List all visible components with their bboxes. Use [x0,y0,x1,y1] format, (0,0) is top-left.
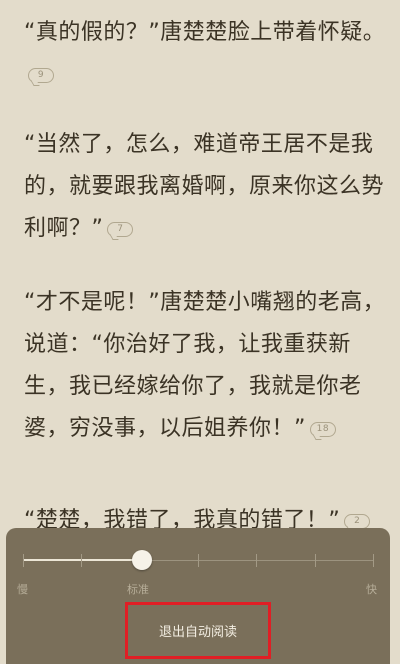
comment-bubble-icon[interactable]: 18 [309,421,336,437]
comment-bubble-icon[interactable]: 2 [344,513,371,529]
speed-fast-label: 快 [366,583,377,596]
speed-tick [81,554,83,567]
speed-slider-thumb[interactable] [132,550,152,570]
paragraph-text: “当然了，怎么，难道帝王居不是我的，就要跟我离婚啊，原来你这么势利啊？” [24,132,385,241]
speed-tick [23,554,24,567]
paragraph-3[interactable]: “才不是呢！”唐楚楚小嘴翘的老高，说道：“你治好了我，让我重获新生，我已经嫁给你… [24,282,386,450]
comment-bubble-icon[interactable]: 9 [28,67,54,83]
speed-standard-label: 标准 [127,583,149,596]
speed-tick [314,554,316,567]
exit-auto-read-button[interactable]: 退出自动阅读 [125,602,271,659]
speed-slow-label: 慢 [17,583,28,596]
comment-bubble-icon[interactable]: 7 [107,221,134,237]
auto-read-panel: 慢 标准 快 退出自动阅读 [6,528,390,664]
paragraph-2[interactable]: “当然了，怎么，难道帝王居不是我的，就要跟我离婚啊，原来你这么势利啊？” 7 [24,124,386,250]
speed-slider[interactable] [23,550,374,570]
speed-slider-fill [23,559,142,561]
speed-tick [256,554,258,567]
paragraph-text: “才不是呢！”唐楚楚小嘴翘的老高，说道：“你治好了我，让我重获新生，我已经嫁给你… [24,290,386,441]
paragraph-text: “真的假的？”唐楚楚脸上带着怀疑。 [24,20,386,45]
paragraph-1[interactable]: “真的假的？”唐楚楚脸上带着怀疑。 9 [24,12,386,96]
speed-tick [198,554,199,567]
speed-tick [373,554,374,567]
